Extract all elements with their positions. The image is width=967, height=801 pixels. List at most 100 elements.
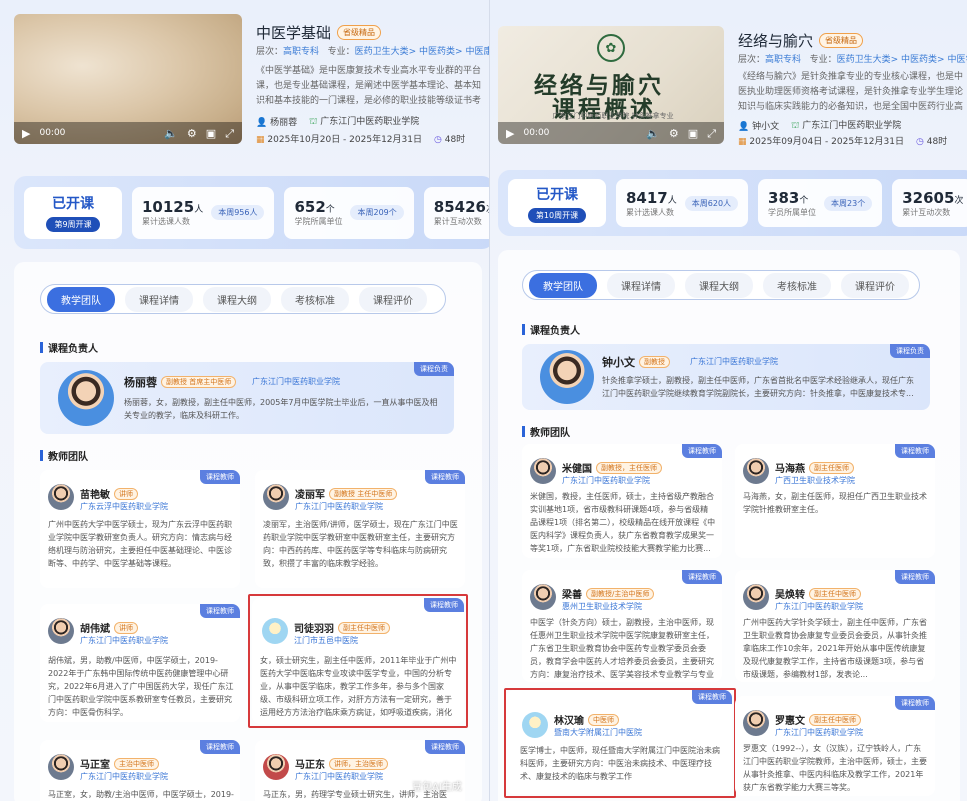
tab-bar: 教学团队 课程详情 课程大纲 考核标准 课程评价 bbox=[522, 270, 920, 300]
course-meta: 层次：高职专科 专业：医药卫生大类> 中医药类> 中医康复技术 bbox=[256, 47, 489, 57]
tab-details[interactable]: 课程详情 bbox=[607, 272, 675, 298]
teacher-card[interactable]: 课程教师 马海燕 副主任医师 广西卫生职业技术学院 马海燕，女，副主任医师，现担任… bbox=[735, 444, 935, 558]
teacher-name: 马海燕 bbox=[775, 464, 805, 475]
stat-card-enrolled: 8417人 累计选课人数 本周620人 bbox=[616, 179, 749, 227]
avatar bbox=[263, 484, 289, 510]
course-description: 《中医学基础》是中医康复技术专业高水平专业群的平台课，也是专业基础课程，是阐述中… bbox=[256, 66, 482, 106]
section-lead: 课程负责人 bbox=[40, 340, 98, 355]
video-player[interactable]: ▶ 00:00 🔈 ⚙ ▣ ⤢ bbox=[14, 14, 242, 144]
teacher-desc: 凌丽军，主治医师/讲师，医学硕士，现在广东江门中医药职业学院中医学教研室中医教研… bbox=[263, 520, 458, 568]
course-info: 👤 杨丽蓉 ⛫ 广东江门中医药职业学院 bbox=[256, 117, 420, 128]
tab-review[interactable]: 课程评价 bbox=[841, 272, 909, 298]
course-status-card: 已开课 第10周开课 bbox=[508, 179, 606, 227]
avatar bbox=[540, 350, 594, 404]
video-player[interactable]: ✿ 经络与腧穴 课程概述 广东江门中医药职业学院 针灸推拿专业 ▶ 00:00 … bbox=[498, 26, 724, 144]
tab-team[interactable]: 教学团队 bbox=[47, 286, 115, 312]
avatar bbox=[48, 484, 74, 510]
teacher-school: 惠州卫生职业技术学院 bbox=[562, 602, 642, 611]
title-badge: 讲师 bbox=[114, 621, 138, 634]
section-team: 教师团队 bbox=[522, 424, 570, 439]
teacher-card[interactable]: 课程教师 苗艳敏 讲师 广东云浮中医药职业学院 广州中医药大学中医学硕士，现为广东… bbox=[40, 470, 240, 588]
teacher-card[interactable]: 课程教师 凌丽军 副教授 主任中医师 广东江门中医药职业学院 凌丽军，主治医师/讲… bbox=[255, 470, 465, 588]
teacher-desc: 广州中医药大学中医学硕士，现为广东云浮中医药职业学院中医学教研室负责人。研究方向… bbox=[48, 520, 232, 568]
tab-outline[interactable]: 课程大纲 bbox=[203, 286, 271, 312]
title-badge: 副主任中医师 bbox=[809, 587, 861, 600]
pip-icon[interactable]: ▣ bbox=[688, 128, 698, 139]
teacher-card[interactable]: 课程教师 胡伟斌 讲师 广东江门中医药职业学院 胡伟斌，男，助教/中医师，中医学硕… bbox=[40, 604, 240, 722]
volume-icon[interactable]: 🔈 bbox=[646, 128, 660, 139]
title-badge: 讲师 bbox=[114, 487, 138, 500]
stat-card-enrolled: 10125人 累计选课人数 本周956人 bbox=[132, 186, 275, 239]
play-icon[interactable]: ▶ bbox=[506, 128, 514, 139]
section-lead: 课程负责人 bbox=[522, 322, 580, 337]
avatar bbox=[743, 584, 769, 610]
course-status: 已开课 bbox=[536, 186, 578, 203]
gear-icon[interactable]: ⚙ bbox=[669, 128, 679, 139]
teacher-name: 马正室 bbox=[80, 760, 110, 771]
teacher-name: 钟小文 bbox=[602, 356, 635, 369]
fullscreen-icon[interactable]: ⤢ bbox=[707, 128, 716, 139]
lead-teacher-card[interactable]: 课程负责 杨丽蓉 副教授 首席主中医师 广东江门中医药职业学院 杨丽蓉，女，副教… bbox=[40, 362, 454, 434]
teacher-name: 凌丽军 bbox=[295, 490, 325, 501]
teacher-school: 广东江门中医药职业学院 bbox=[775, 728, 863, 737]
avatar bbox=[48, 618, 74, 644]
title-badge: 副教授 主任中医师 bbox=[329, 487, 398, 500]
teacher-card[interactable]: 课程教师 马正室 主治中医师 广东江门中医药职业学院 马正室，女，助教/主治中医师… bbox=[40, 740, 240, 801]
school-seal-icon: ✿ bbox=[597, 34, 625, 62]
video-time: 00:00 bbox=[39, 128, 66, 138]
clock-icon: ◷ bbox=[433, 135, 442, 145]
user-icon: 👤 bbox=[256, 117, 268, 128]
tab-assessment[interactable]: 考核标准 bbox=[281, 286, 349, 312]
teacher-school: 广东江门中医药职业学院 bbox=[80, 636, 168, 645]
course-status: 已开课 bbox=[52, 196, 94, 212]
video-controls: ▶ 00:00 🔈 ⚙ ▣ ⤢ bbox=[14, 122, 242, 144]
tab-details[interactable]: 课程详情 bbox=[125, 286, 193, 312]
teacher-card[interactable]: 课程教师 吴焕转 副主任中医师 广东江门中医药职业学院 广州中医药大学针灸学硕士，… bbox=[735, 570, 935, 682]
stat-card-units: 383个 学员所属单位 本周23个 bbox=[758, 179, 883, 227]
teacher-name: 马正东 bbox=[295, 760, 325, 771]
teacher-desc: 马海燕，女，副主任医师，现担任广西卫生职业技术学院针推教研室主任。 bbox=[743, 492, 927, 514]
course-title: 中医学基础 省级精品 bbox=[256, 22, 382, 43]
teacher-desc: 胡伟斌，男，助教/中医师，中医学硕士，2019-2022年于广东韩中国际传统中医… bbox=[48, 656, 234, 717]
play-icon[interactable]: ▶ bbox=[22, 128, 30, 139]
tab-outline[interactable]: 课程大纲 bbox=[685, 272, 753, 298]
course-panel-left: ▶ 00:00 🔈 ⚙ ▣ ⤢ 中医学基础 省级精品 层次：高职专科 专业：医药… bbox=[0, 0, 489, 801]
tab-team[interactable]: 教学团队 bbox=[529, 272, 597, 298]
week-select[interactable]: 第9周开课 bbox=[46, 217, 100, 232]
course-schedule: ▦ 2025年09月04日 - 2025年12月31日 ◷ 48时 bbox=[738, 137, 948, 147]
tab-bar: 教学团队 课程详情 课程大纲 考核标准 课程评价 bbox=[40, 284, 446, 314]
teacher-school: 广东江门中医药职业学院 bbox=[775, 602, 863, 611]
course-info: 👤 钟小文 ⛫ 广东江门中医药职业学院 bbox=[738, 121, 902, 132]
stat-card-interactions: 85426次 累计互动次数 bbox=[423, 186, 489, 239]
stats-bar: 已开课 第9周开课 10125人 累计选课人数 本周956人 652个 学院所属… bbox=[14, 176, 489, 249]
video-cover-footer: 广东江门中医药职业学院 针灸推拿专业 bbox=[552, 112, 674, 120]
fullscreen-icon[interactable]: ⤢ bbox=[225, 128, 234, 139]
calendar-icon: ▦ bbox=[738, 137, 747, 147]
lead-teacher-card[interactable]: 课程负责 钟小文 副教授 广东江门中医药职业学院 针灸推拿学硕士，副教授，副主任… bbox=[522, 344, 930, 410]
week-select[interactable]: 第10周开课 bbox=[527, 207, 587, 223]
stat-card-units: 652个 学院所属单位 本周209个 bbox=[284, 186, 414, 239]
teacher-name: 梁善 bbox=[562, 590, 582, 601]
course-title: 经络与腧穴 省级精品 bbox=[738, 30, 864, 51]
tab-assessment[interactable]: 考核标准 bbox=[763, 272, 831, 298]
gear-icon[interactable]: ⚙ bbox=[187, 128, 197, 139]
tab-review[interactable]: 课程评价 bbox=[359, 286, 427, 312]
avatar bbox=[530, 584, 556, 610]
teacher-card[interactable]: 课程教师 米健国 副教授，主任医师 广东江门中医药职业学院 米健国，教授，主任医师… bbox=[522, 444, 722, 558]
course-level-badge: 省级精品 bbox=[819, 33, 864, 48]
course-meta: 层次：高职专科 专业：医药卫生大类> 中医药类> 中医学 bbox=[738, 55, 967, 65]
calendar-icon: ▦ bbox=[256, 135, 265, 145]
avatar bbox=[743, 458, 769, 484]
teacher-card[interactable]: 课程教师 梁善 副教授/主治中医师 惠州卫生职业技术学院 中医学（针灸方向）硕士，… bbox=[522, 570, 722, 682]
teacher-name: 罗惠文 bbox=[775, 716, 805, 727]
avatar bbox=[530, 458, 556, 484]
volume-icon[interactable]: 🔈 bbox=[164, 128, 178, 139]
course-schedule: ▦ 2025年10月20日 - 2025年12月31日 ◷ 48时 bbox=[256, 135, 466, 145]
pip-icon[interactable]: ▣ bbox=[206, 128, 216, 139]
clock-icon: ◷ bbox=[915, 137, 924, 147]
teacher-school: 广东江门中医药职业学院 bbox=[562, 476, 650, 485]
teacher-desc: 马正室，女，助教/主治中医师，中医学硕士，2019- bbox=[48, 790, 234, 799]
teacher-school: 广东江门中医药职业学院 bbox=[690, 357, 778, 366]
section-team: 教师团队 bbox=[40, 448, 88, 463]
teacher-card[interactable]: 课程教师 罗惠文 副主任中医师 广东江门中医药职业学院 罗惠文（1992--），女… bbox=[735, 696, 935, 796]
